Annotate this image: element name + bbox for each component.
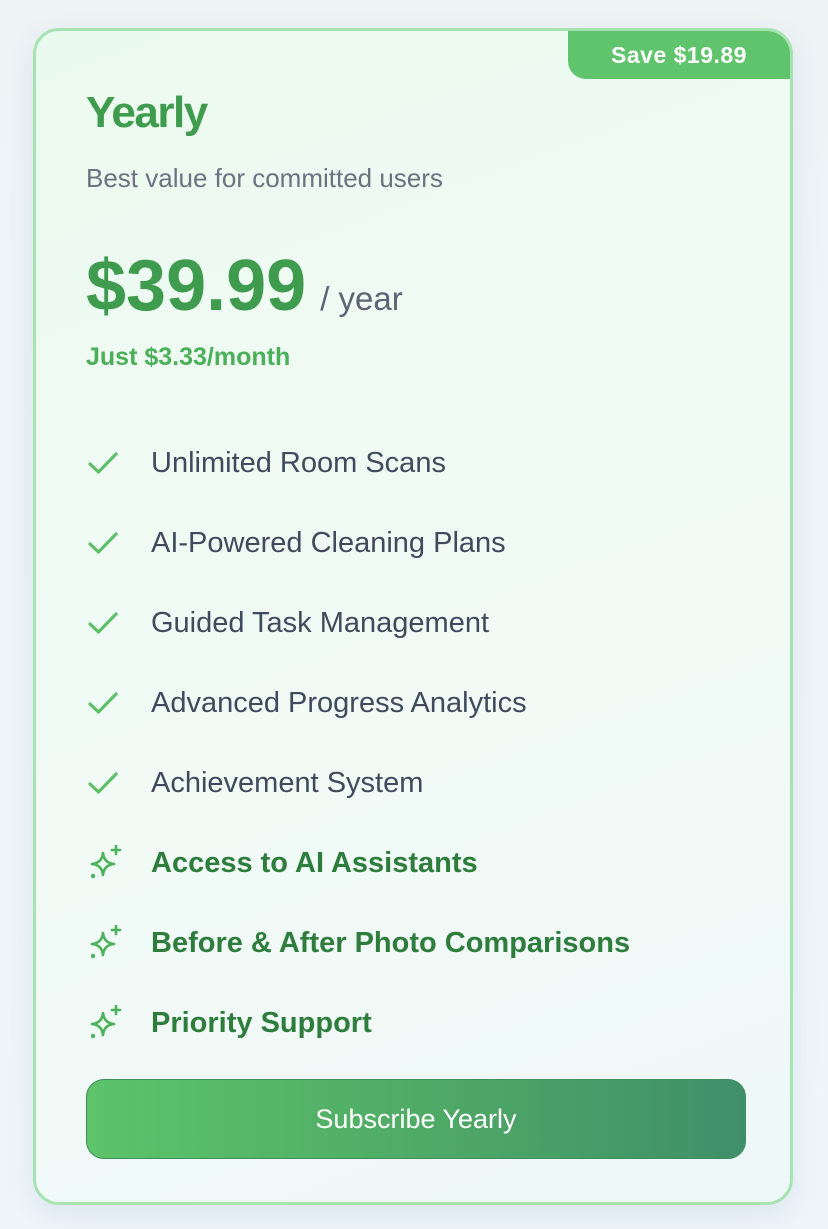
check-icon — [86, 603, 126, 643]
feature-label: Advanced Progress Analytics — [151, 687, 527, 719]
feature-label: Access to AI Assistants — [151, 847, 478, 879]
feature-item: Achievement System — [86, 743, 630, 823]
savings-badge: Save $19.89 — [568, 31, 790, 79]
check-icon — [86, 683, 126, 723]
check-icon — [86, 763, 126, 803]
sparkle-icon — [86, 923, 126, 963]
feature-item: Advanced Progress Analytics — [86, 663, 630, 743]
sparkle-icon — [86, 1003, 126, 1043]
feature-label: Unlimited Room Scans — [151, 447, 446, 479]
feature-item: Unlimited Room Scans — [86, 423, 630, 503]
feature-label: Before & After Photo Comparisons — [151, 927, 631, 959]
price-row: $39.99 / year — [86, 243, 403, 329]
feature-item: AI-Powered Cleaning Plans — [86, 503, 630, 583]
check-icon — [86, 523, 126, 563]
sparkle-icon — [86, 843, 126, 883]
pricing-card-yearly: Save $19.89 Yearly Best value for commit… — [33, 28, 793, 1205]
feature-item-premium: Priority Support — [86, 983, 630, 1063]
plan-subtitle: Best value for committed users — [86, 163, 443, 193]
feature-label: Priority Support — [151, 1007, 372, 1039]
monthly-price-note: Just $3.33/month — [86, 343, 291, 371]
plan-title: Yearly — [86, 88, 208, 137]
subscribe-yearly-button[interactable]: Subscribe Yearly — [86, 1079, 746, 1159]
feature-label: AI-Powered Cleaning Plans — [151, 527, 506, 559]
check-icon — [86, 443, 126, 483]
feature-label: Achievement System — [151, 767, 424, 799]
feature-label: Guided Task Management — [151, 607, 490, 639]
feature-item: Guided Task Management — [86, 583, 630, 663]
feature-item-premium: Before & After Photo Comparisons — [86, 903, 630, 983]
feature-list: Unlimited Room Scans AI-Powered Cleaning… — [86, 423, 630, 1063]
price-period: / year — [320, 280, 403, 317]
feature-item-premium: Access to AI Assistants — [86, 823, 630, 903]
plan-price: $39.99 — [86, 246, 307, 326]
